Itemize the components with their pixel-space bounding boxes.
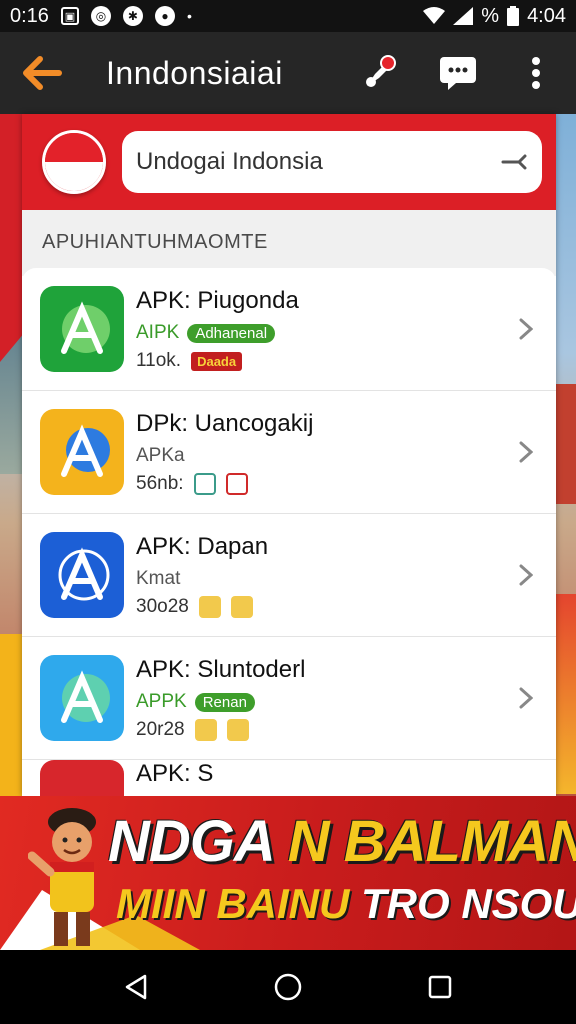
indonesia-flag-icon[interactable] bbox=[42, 130, 106, 194]
more-notifications-icon: • bbox=[186, 8, 192, 24]
back-button[interactable] bbox=[18, 49, 66, 97]
flag-box-icon bbox=[225, 473, 248, 495]
promo-title: NDGA N BALMAN bbox=[108, 809, 576, 874]
more-options-button[interactable] bbox=[514, 51, 558, 95]
main-panel: Undogai Indonsia APUHIANTUHMAOMTE APK: P… bbox=[22, 114, 556, 796]
gallery-icon bbox=[193, 473, 216, 495]
app-list: APK: Piugonda AIPK Adhanenal 11ok. Daada bbox=[22, 268, 556, 796]
search-header: Undogai Indonsia bbox=[22, 114, 556, 210]
chevron-right-icon bbox=[514, 563, 538, 587]
app-icon bbox=[40, 409, 124, 495]
alert-notification-icon: ● bbox=[154, 6, 175, 26]
nav-recents-button[interactable] bbox=[416, 963, 464, 1011]
list-item[interactable]: APK: S bbox=[22, 760, 556, 796]
app-name: APK: Piugonda bbox=[136, 287, 299, 314]
promo-banner[interactable]: NDGA N BALMAN MIIN BAINU TRO NSOUS. bbox=[0, 796, 576, 950]
package-icon bbox=[194, 719, 217, 741]
chevron-right-icon bbox=[514, 686, 538, 710]
app-icon bbox=[40, 760, 124, 796]
app-icon bbox=[40, 655, 124, 741]
battery-icon bbox=[507, 6, 520, 26]
package-icon bbox=[198, 596, 221, 618]
app-tag: Renan bbox=[194, 692, 255, 712]
app-category: AIPK bbox=[136, 322, 180, 343]
messages-button[interactable] bbox=[436, 51, 480, 95]
signal-icon bbox=[453, 7, 474, 25]
system-nav-bar bbox=[0, 950, 576, 1024]
nav-home-button[interactable] bbox=[264, 963, 312, 1011]
search-value: Undogai Indonsia bbox=[136, 148, 323, 175]
nav-back-button[interactable] bbox=[112, 963, 160, 1011]
back-arrow-icon bbox=[23, 56, 62, 90]
image-notification-icon: ▣ bbox=[60, 7, 79, 25]
list-item[interactable]: APK: Sluntoderl APPK Renan 20r28 bbox=[22, 637, 556, 760]
wifi-icon bbox=[423, 7, 446, 25]
status-bar: 0:16 ▣ ◎ ✱ ● • % 4:04 bbox=[0, 0, 576, 32]
notification-badge bbox=[380, 55, 396, 71]
section-heading: APUHIANTUHMAOMTE bbox=[42, 231, 268, 253]
app-size: 30o28 bbox=[136, 596, 189, 617]
sync-notification-icon: ◎ bbox=[90, 6, 111, 26]
mascot-illustration bbox=[28, 808, 96, 946]
search-input[interactable]: Undogai Indonsia bbox=[122, 131, 542, 193]
kebab-menu-icon bbox=[532, 57, 540, 89]
promo-subtitle: MIIN BAINU TRO NSOUS. bbox=[116, 880, 576, 927]
list-item[interactable]: APK: Dapan Kmat 30o28 bbox=[22, 514, 556, 637]
app-icon bbox=[40, 532, 124, 618]
app-category: APPK bbox=[136, 691, 187, 712]
app-size: 20r28 bbox=[136, 719, 185, 740]
app-name: DPk: Uancogakij bbox=[136, 410, 314, 437]
status-clock: 4:04 bbox=[527, 4, 566, 27]
app-category: APKa bbox=[136, 445, 185, 466]
app-size: 11ok. bbox=[136, 350, 182, 371]
app-name: APK: Sluntoderl bbox=[136, 656, 306, 683]
list-item[interactable]: DPk: Uancogakij APKa 56nb: bbox=[22, 391, 556, 514]
app-name: APK: S bbox=[136, 760, 214, 787]
package-icon bbox=[226, 719, 249, 741]
app-category: Kmat bbox=[136, 568, 181, 589]
battery-percent: % bbox=[481, 4, 500, 27]
app-name: APK: Dapan bbox=[136, 533, 269, 560]
package-icon bbox=[230, 596, 253, 618]
list-item[interactable]: APK: Piugonda AIPK Adhanenal 11ok. Daada bbox=[22, 268, 556, 391]
notifications-button[interactable] bbox=[358, 51, 402, 95]
app-bar: Inndonsiaiai bbox=[0, 32, 576, 114]
chevron-right-icon bbox=[514, 317, 538, 341]
page-title: Inndonsiaiai bbox=[106, 54, 283, 91]
settings-notification-icon: ✱ bbox=[122, 6, 143, 26]
nav-home-icon bbox=[274, 973, 302, 1001]
search-tool-icon[interactable] bbox=[500, 148, 528, 176]
status-time: 0:16 bbox=[10, 4, 49, 27]
app-tag: Adhanenal bbox=[187, 323, 276, 343]
chat-icon bbox=[440, 57, 476, 90]
app-icon bbox=[40, 286, 124, 372]
nav-back-icon bbox=[125, 974, 147, 1000]
promo-badge: Daada bbox=[191, 351, 243, 371]
nav-recents-icon bbox=[428, 975, 452, 999]
app-size: 56nb: bbox=[136, 473, 184, 494]
chevron-right-icon bbox=[514, 440, 538, 464]
